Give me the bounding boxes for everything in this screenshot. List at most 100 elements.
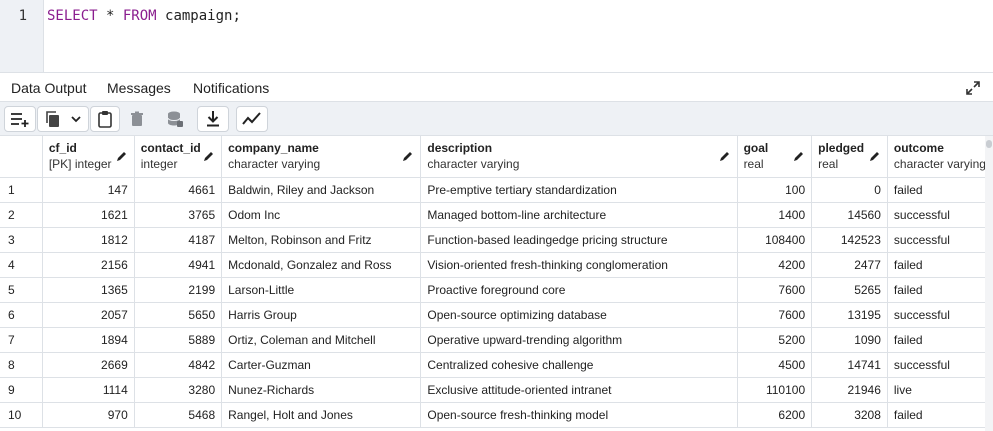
cell-outcome[interactable]: failed [887,252,993,278]
pencil-icon[interactable] [719,150,731,162]
cell-company-name[interactable]: Odom Inc [221,202,422,228]
pencil-icon[interactable] [402,150,414,162]
cell-description[interactable]: Centralized cohesive challenge [420,352,738,378]
row-number[interactable]: 2 [0,202,43,228]
cell-company-name[interactable]: Larson-Little [221,277,422,303]
cell-goal[interactable]: 108400 [737,227,813,253]
cell-company-name[interactable]: Ortiz, Coleman and Mitchell [221,327,422,353]
cell-pledged[interactable]: 3208 [811,402,888,428]
cell-pledged[interactable]: 2477 [811,252,888,278]
column-header-outcome[interactable]: outcome character varying [887,136,993,178]
column-header-company-name[interactable]: company_name character varying [221,136,422,178]
cell-cf-id[interactable]: 1894 [42,327,135,353]
cell-cf-id[interactable]: 2669 [42,352,135,378]
table-row[interactable]: 7 1894 5889 Ortiz, Coleman and Mitchell Oper… [0,327,993,353]
cell-contact-id[interactable]: 5650 [134,302,223,328]
download-button[interactable] [197,106,229,132]
scrollbar-thumb[interactable] [986,140,992,148]
cell-pledged[interactable]: 14741 [811,352,888,378]
row-number[interactable]: 8 [0,352,43,378]
cell-cf-id[interactable]: 2057 [42,302,135,328]
graph-button[interactable] [236,106,268,132]
query-editor[interactable]: 1 SELECT * FROM campaign; [0,0,993,72]
cell-outcome[interactable]: failed [887,327,993,353]
cell-cf-id[interactable]: 2156 [42,252,135,278]
cell-outcome[interactable]: successful [887,302,993,328]
cell-goal[interactable]: 4500 [737,352,813,378]
tab-notifications[interactable]: Notifications [193,80,269,96]
table-row[interactable]: 6 2057 5650 Harris Group Open-source optimiz… [0,302,993,328]
column-header-goal[interactable]: goal real [737,136,813,178]
tab-data-output[interactable]: Data Output [0,80,94,104]
cell-outcome[interactable]: failed [887,402,993,428]
row-number[interactable]: 5 [0,277,43,303]
row-number[interactable]: 3 [0,227,43,253]
cell-description[interactable]: Vision-oriented fresh-thinking conglomer… [420,252,738,278]
cell-cf-id[interactable]: 1114 [42,377,135,403]
pencil-icon[interactable] [203,150,215,162]
cell-contact-id[interactable]: 4187 [134,227,223,253]
chevron-down-icon[interactable] [68,111,84,127]
cell-contact-id[interactable]: 4842 [134,352,223,378]
cell-cf-id[interactable]: 1365 [42,277,135,303]
cell-contact-id[interactable]: 5889 [134,327,223,353]
cell-contact-id[interactable]: 4941 [134,252,223,278]
code-line[interactable]: SELECT * FROM campaign; [47,8,241,24]
table-row[interactable]: 9 1114 3280 Nunez-Richards Exclusive attitud… [0,377,993,403]
cell-outcome[interactable]: failed [887,177,993,203]
cell-goal[interactable]: 6200 [737,402,813,428]
cell-description[interactable]: Operative upward-trending algorithm [420,327,738,353]
cell-pledged[interactable]: 13195 [811,302,888,328]
cell-company-name[interactable]: Nunez-Richards [221,377,422,403]
cell-description[interactable]: Managed bottom-line architecture [420,202,738,228]
row-number[interactable]: 10 [0,402,43,428]
cell-pledged[interactable]: 1090 [811,327,888,353]
cell-cf-id[interactable]: 1812 [42,227,135,253]
cell-company-name[interactable]: Mcdonald, Gonzalez and Ross [221,252,422,278]
cell-goal[interactable]: 4200 [737,252,813,278]
save-data-button[interactable] [158,106,192,132]
cell-goal[interactable]: 110100 [737,377,813,403]
copy-button[interactable] [37,106,89,132]
tab-messages[interactable]: Messages [107,80,171,96]
row-number[interactable]: 6 [0,302,43,328]
cell-cf-id[interactable]: 970 [42,402,135,428]
pencil-icon[interactable] [116,150,128,162]
cell-goal[interactable]: 7600 [737,302,813,328]
cell-outcome[interactable]: failed [887,277,993,303]
cell-company-name[interactable]: Melton, Robinson and Fritz [221,227,422,253]
cell-goal[interactable]: 5200 [737,327,813,353]
table-row[interactable]: 5 1365 2199 Larson-Little Proactive foregrou… [0,277,993,303]
cell-description[interactable]: Proactive foreground core [420,277,738,303]
cell-pledged[interactable]: 5265 [811,277,888,303]
pencil-icon[interactable] [793,150,805,162]
vertical-scrollbar[interactable] [985,136,993,431]
cell-outcome[interactable]: successful [887,227,993,253]
cell-contact-id[interactable]: 4661 [134,177,223,203]
table-row[interactable]: 3 1812 4187 Melton, Robinson and Fritz Funct… [0,227,993,253]
cell-description[interactable]: Function-based leadingedge pricing struc… [420,227,738,253]
data-grid[interactable]: cf_id [PK] integer contact_id integer co… [0,136,993,431]
row-number[interactable]: 7 [0,327,43,353]
cell-cf-id[interactable]: 1621 [42,202,135,228]
cell-company-name[interactable]: Rangel, Holt and Jones [221,402,422,428]
cell-goal[interactable]: 100 [737,177,813,203]
cell-pledged[interactable]: 21946 [811,377,888,403]
table-row[interactable]: 4 2156 4941 Mcdonald, Gonzalez and Ross Visi… [0,252,993,278]
table-row[interactable]: 1 147 4661 Baldwin, Riley and Jackson Pre-em… [0,177,993,203]
cell-description[interactable]: Pre-emptive tertiary standardization [420,177,738,203]
table-row[interactable]: 10 970 5468 Rangel, Holt and Jones Open-sour… [0,402,993,428]
row-number[interactable]: 9 [0,377,43,403]
cell-outcome[interactable]: successful [887,352,993,378]
table-row[interactable]: 8 2669 4842 Carter-Guzman Centralized cohesi… [0,352,993,378]
add-row-button[interactable] [4,106,36,132]
cell-contact-id[interactable]: 3280 [134,377,223,403]
cell-outcome[interactable]: live [887,377,993,403]
cell-pledged[interactable]: 14560 [811,202,888,228]
column-header-cf-id[interactable]: cf_id [PK] integer [42,136,135,178]
cell-goal[interactable]: 7600 [737,277,813,303]
cell-company-name[interactable]: Harris Group [221,302,422,328]
cell-pledged[interactable]: 142523 [811,227,888,253]
cell-description[interactable]: Open-source fresh-thinking model [420,402,738,428]
expand-icon[interactable] [965,80,981,96]
